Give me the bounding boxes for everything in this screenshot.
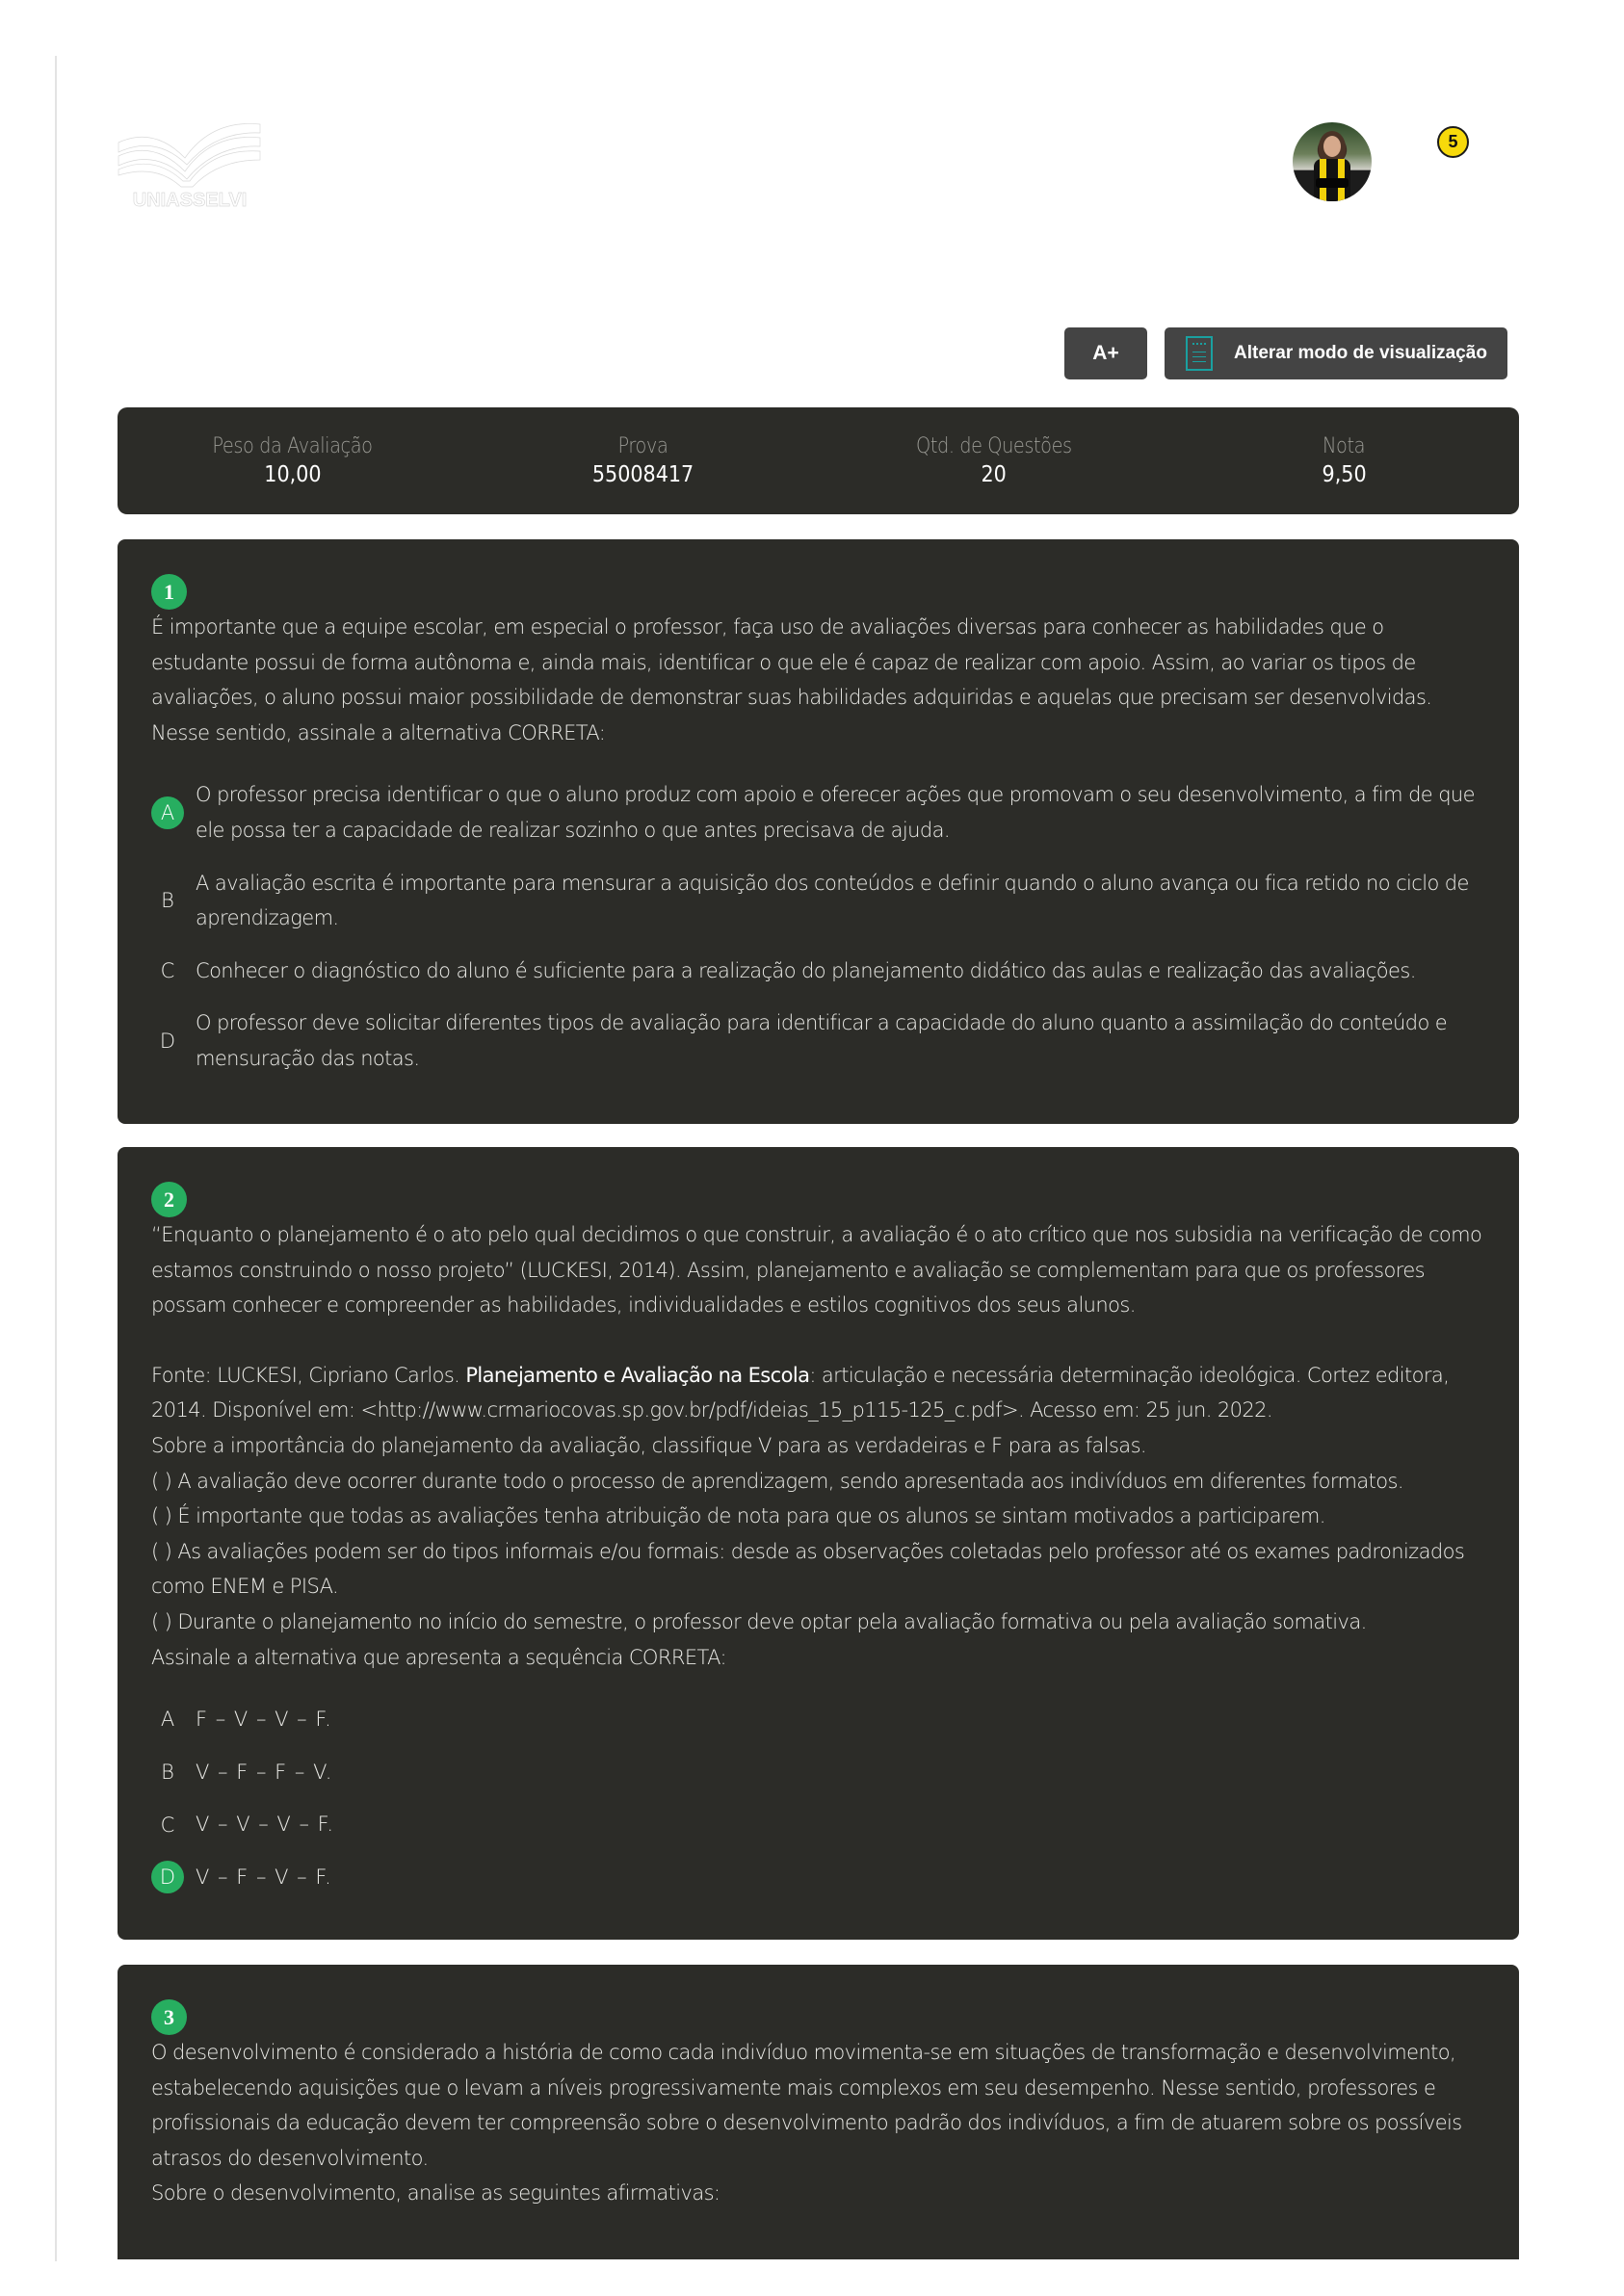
selected-answer-marker: A	[151, 796, 184, 829]
alternative-option[interactable]: B A avaliação escrita é importante para …	[151, 866, 1485, 936]
statement-paragraph: É importante que a equipe escolar, em es…	[151, 615, 1432, 710]
statement-line: ( ) É importante que todas as avaliações…	[151, 1504, 1325, 1528]
question-card-2: 2 “Enquanto o planejamento é o ato pelo …	[118, 1147, 1519, 1940]
summary-weight: Peso da Avaliação 10,00	[118, 407, 468, 514]
question-number-badge: 2	[151, 1182, 187, 1217]
statement-line: ( ) As avaliações podem ser do tipos inf…	[151, 1539, 1465, 1599]
alternative-option[interactable]: A F – V – V – F.	[151, 1702, 1485, 1737]
question-card-1: 1 É importante que a equipe escolar, em …	[118, 539, 1519, 1124]
alternative-text: O professor deve solicitar diferentes ti…	[196, 1011, 1448, 1070]
notification-badge[interactable]: 5	[1437, 126, 1469, 158]
alternative-text: V – F – V – F.	[196, 1865, 332, 1889]
alternative-option[interactable]: D O professor deve solicitar diferentes …	[151, 1005, 1485, 1076]
summary-label: Peso da Avaliação	[212, 434, 374, 458]
alternative-option[interactable]: B V – F – F – V.	[151, 1755, 1485, 1790]
user-avatar[interactable]	[1293, 122, 1372, 201]
statement-line: ( ) Durante o planejamento no início do …	[151, 1609, 1367, 1633]
summary-question-count: Qtd. de Questões 20	[819, 407, 1169, 514]
alternative-option[interactable]: C Conhecer o diagnóstico do aluno é sufi…	[151, 953, 1485, 989]
alternative-option[interactable]: C V – V – V – F.	[151, 1807, 1485, 1842]
avatar-face	[1323, 136, 1341, 157]
source-title: Planejamento e Avaliação na Escola	[465, 1363, 810, 1387]
uniasselvi-logo: UNIASSELVI	[118, 123, 261, 210]
avatar-cap	[1316, 178, 1349, 188]
statement-prompt: Assinale a alternativa que apresenta a s…	[151, 1645, 727, 1669]
alternative-text: V – F – F – V.	[196, 1760, 333, 1784]
summary-value: 55008417	[591, 462, 694, 487]
statement-line: Sobre a importância do planejamento da a…	[151, 1433, 1147, 1457]
alternative-letter: B	[161, 889, 174, 913]
question-statement: “Enquanto o planejamento é o ato pelo qu…	[151, 1217, 1485, 1675]
alternative-text: A avaliação escrita é importante para me…	[196, 871, 1469, 930]
assessment-summary: Peso da Avaliação 10,00 Prova 55008417 Q…	[118, 407, 1519, 514]
alternative-letter: A	[160, 1708, 175, 1732]
alternative-text: Conhecer o diagnóstico do aluno é sufici…	[196, 958, 1416, 982]
summary-exam-id: Prova 55008417	[468, 407, 819, 514]
change-view-mode-label: Alterar modo de visualização	[1234, 343, 1487, 363]
alternatives-list: A F – V – V – F. B V – F – F – V. C V – …	[151, 1702, 1485, 1894]
statement-paragraph: O desenvolvimento é considerado a histór…	[151, 2041, 1462, 2170]
alternative-text: F – V – V – F.	[196, 1708, 332, 1732]
question-statement: O desenvolvimento é considerado a histór…	[151, 2035, 1485, 2211]
summary-value: 20	[981, 462, 1007, 487]
alternative-text: V – V – V – F.	[196, 1813, 335, 1837]
summary-grade: Nota 9,50	[1168, 407, 1519, 514]
logo-wordmark: UNIASSELVI	[133, 190, 248, 210]
question-statement: É importante que a equipe escolar, em es…	[151, 610, 1485, 750]
question-card-3: 3 O desenvolvimento é considerado a hist…	[118, 1965, 1519, 2259]
summary-value: 9,50	[1322, 462, 1367, 487]
summary-value: 10,00	[264, 462, 322, 487]
alternative-letter: B	[161, 1761, 174, 1785]
change-view-mode-button[interactable]: Alterar modo de visualização	[1165, 327, 1507, 379]
selected-answer-marker: D	[151, 1861, 184, 1894]
page-left-border	[55, 56, 57, 2261]
summary-label: Prova	[617, 434, 668, 458]
document-icon	[1186, 336, 1213, 371]
source-prefix: Fonte: LUCKESI, Cipriano Carlos.	[151, 1363, 466, 1387]
statement-line: ( ) A avaliação deve ocorrer durante tod…	[151, 1469, 1404, 1493]
alternative-letter: C	[160, 959, 175, 983]
alternative-letter: C	[160, 1813, 175, 1837]
source-citation: Fonte: LUCKESI, Cipriano Carlos. Planeja…	[151, 1358, 1485, 1428]
increase-font-button[interactable]: A+	[1064, 327, 1147, 379]
summary-label: Qtd. de Questões	[915, 434, 1072, 458]
question-number-badge: 3	[151, 1999, 187, 2035]
alternative-option[interactable]: A O professor precisa identificar o que …	[151, 777, 1485, 848]
summary-label: Nota	[1323, 434, 1366, 458]
statement-prompt: Nesse sentido, assinale a alternativa CO…	[151, 720, 606, 744]
alternative-option[interactable]: D V – F – V – F.	[151, 1860, 1485, 1895]
alternatives-list: A O professor precisa identificar o que …	[151, 777, 1485, 1076]
alternative-text: O professor precisa identificar o que o …	[196, 783, 1476, 842]
statement-quote: “Enquanto o planejamento é o ato pelo qu…	[151, 1223, 1482, 1318]
alternative-letter: D	[159, 1029, 176, 1053]
question-number-badge: 1	[151, 574, 187, 610]
statement-prompt: Sobre o desenvolvimento, analise as segu…	[151, 2181, 720, 2205]
